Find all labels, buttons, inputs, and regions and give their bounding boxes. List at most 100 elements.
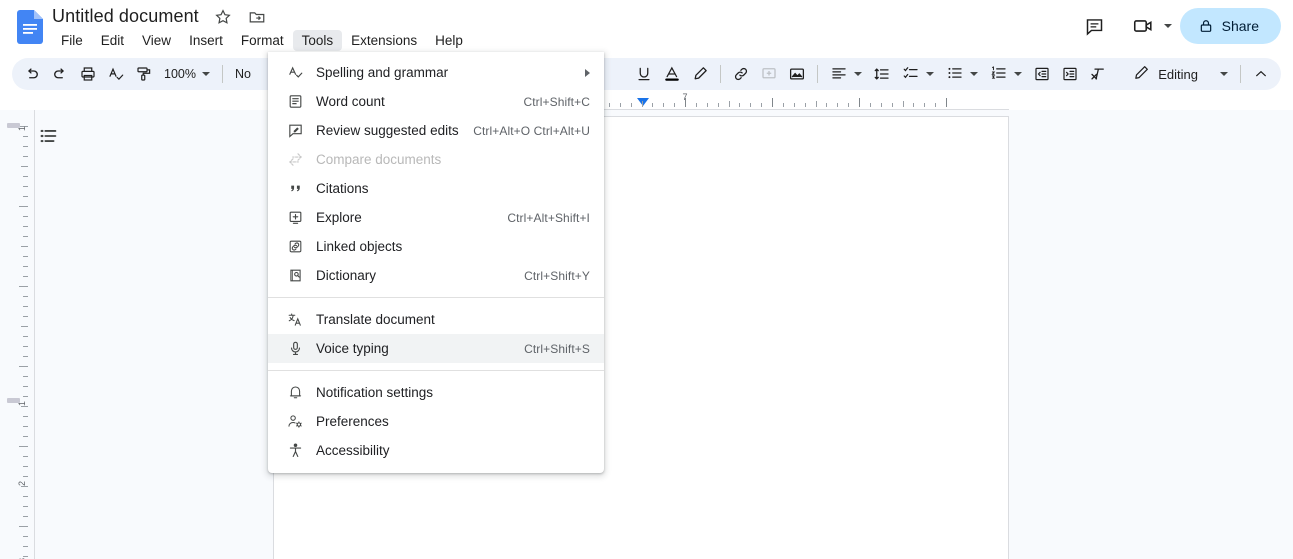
redo-button[interactable] bbox=[46, 60, 74, 88]
chevron-up-icon[interactable] bbox=[1247, 60, 1275, 88]
toolbar-divider bbox=[1240, 65, 1241, 83]
zoom-value: 100% bbox=[164, 67, 196, 81]
decrease-indent-icon[interactable] bbox=[1028, 60, 1056, 88]
menu-help[interactable]: Help bbox=[426, 30, 472, 51]
line-spacing-icon[interactable] bbox=[868, 60, 896, 88]
indent-marker[interactable] bbox=[637, 98, 649, 106]
menu-view[interactable]: View bbox=[133, 30, 180, 51]
menuitem-notification-settings[interactable]: Notification settings bbox=[268, 378, 604, 407]
toolbar-divider bbox=[817, 65, 819, 83]
menu-format[interactable]: Format bbox=[232, 30, 293, 51]
editing-mode-label: Editing bbox=[1158, 66, 1198, 82]
checklist-icon bbox=[902, 64, 920, 85]
menuitem-explore[interactable]: Explore Ctrl+Alt+Shift+I bbox=[268, 203, 604, 232]
menuitem-label: Translate document bbox=[316, 312, 435, 327]
menu-file[interactable]: File bbox=[52, 30, 92, 51]
menuitem-label: Dictionary bbox=[316, 268, 377, 283]
menuitem-citations[interactable]: Citations bbox=[268, 174, 604, 203]
paragraph-style-selector[interactable]: No bbox=[229, 61, 257, 87]
numbered-list-icon bbox=[990, 64, 1008, 85]
menuitem-label: Word count bbox=[316, 94, 385, 109]
submenu-arrow-icon bbox=[585, 68, 590, 77]
move-to-folder-icon[interactable] bbox=[247, 7, 267, 27]
chevron-down-icon bbox=[926, 72, 935, 76]
chevron-down-icon bbox=[854, 72, 863, 76]
accessibility-icon bbox=[286, 442, 304, 460]
paragraph-style-value: No bbox=[234, 67, 251, 81]
menuitem-label: Notification settings bbox=[316, 385, 434, 400]
person-gear-icon bbox=[286, 413, 304, 431]
document-title[interactable]: Untitled document bbox=[52, 6, 199, 27]
comment-plus-icon[interactable] bbox=[755, 60, 783, 88]
vruler-mark bbox=[7, 398, 20, 403]
menuitem-label: Linked objects bbox=[316, 239, 403, 254]
title-row: Untitled document bbox=[52, 6, 267, 27]
undo-button[interactable] bbox=[18, 60, 46, 88]
printer-icon[interactable] bbox=[74, 60, 102, 88]
menuitem-label: Citations bbox=[316, 181, 369, 196]
microphone-icon bbox=[286, 340, 304, 358]
dictionary-icon bbox=[286, 267, 304, 285]
document-outline-icon[interactable] bbox=[36, 123, 62, 149]
highlighter-pen-icon[interactable] bbox=[686, 60, 714, 88]
menuitem-label: Spelling and grammar bbox=[316, 65, 449, 80]
share-button[interactable]: Share bbox=[1179, 8, 1281, 44]
menuitem-voice-typing[interactable]: Voice typing Ctrl+Shift+S bbox=[268, 334, 604, 363]
google-docs-icon[interactable] bbox=[17, 10, 43, 44]
menuitem-dictionary[interactable]: Dictionary Ctrl+Shift+Y bbox=[268, 261, 604, 290]
menuitem-translate-document[interactable]: Translate document bbox=[268, 305, 604, 334]
formatting-toolbar: 100% No Editing bbox=[12, 58, 1281, 90]
menu-edit[interactable]: Edit bbox=[92, 30, 133, 51]
text-color-button[interactable] bbox=[658, 60, 686, 88]
editing-mode-button[interactable]: Editing bbox=[1125, 64, 1234, 84]
align-button[interactable] bbox=[824, 61, 868, 87]
menuitem-shortcut: Ctrl+Alt+O Ctrl+Alt+U bbox=[473, 123, 590, 138]
vruler-mark bbox=[7, 123, 20, 128]
bell-icon bbox=[286, 384, 304, 402]
app-header: Untitled document File Edit View Insert … bbox=[0, 0, 1293, 54]
vertical-ruler[interactable]: 1 1 2 3 4 bbox=[0, 110, 34, 559]
bulleted-list-button[interactable] bbox=[940, 61, 984, 87]
video-camera-icon[interactable] bbox=[1123, 6, 1163, 46]
menuitem-review-suggested-edits[interactable]: Review suggested edits Ctrl+Alt+O Ctrl+A… bbox=[268, 116, 604, 145]
menuitem-word-count[interactable]: Word count Ctrl+Shift+C bbox=[268, 87, 604, 116]
clear-formatting-icon[interactable] bbox=[1084, 60, 1112, 88]
chevron-down-icon bbox=[201, 72, 210, 76]
bulleted-list-icon bbox=[946, 64, 964, 85]
menuitem-shortcut: Ctrl+Shift+C bbox=[523, 94, 590, 109]
chevron-down-icon[interactable] bbox=[1163, 24, 1172, 28]
menuitem-compare-documents: Compare documents bbox=[268, 145, 604, 174]
menu-extensions[interactable]: Extensions bbox=[342, 30, 426, 51]
chevron-down-icon bbox=[1014, 72, 1023, 76]
star-icon[interactable] bbox=[213, 7, 233, 27]
menuitem-shortcut: Ctrl+Shift+Y bbox=[524, 268, 590, 283]
link-icon[interactable] bbox=[727, 60, 755, 88]
linked-objects-icon bbox=[286, 238, 304, 256]
zoom-selector[interactable]: 100% bbox=[158, 61, 216, 87]
increase-indent-icon[interactable] bbox=[1056, 60, 1084, 88]
numbered-list-button[interactable] bbox=[984, 61, 1028, 87]
menu-insert[interactable]: Insert bbox=[180, 30, 232, 51]
align-left-icon bbox=[830, 64, 848, 85]
menuitem-linked-objects[interactable]: Linked objects bbox=[268, 232, 604, 261]
menuitem-label: Voice typing bbox=[316, 341, 389, 356]
meet-button[interactable] bbox=[1123, 6, 1172, 46]
menuitem-preferences[interactable]: Preferences bbox=[268, 407, 604, 436]
image-icon[interactable] bbox=[783, 60, 811, 88]
paint-roller-icon[interactable] bbox=[130, 60, 158, 88]
lock-icon bbox=[1198, 18, 1214, 34]
menuitem-shortcut: Ctrl+Shift+S bbox=[524, 341, 590, 356]
checklist-button[interactable] bbox=[896, 61, 940, 87]
menu-tools[interactable]: Tools bbox=[292, 30, 343, 51]
compare-documents-icon bbox=[286, 151, 304, 169]
menuitem-accessibility[interactable]: Accessibility bbox=[268, 436, 604, 465]
spellcheck-icon[interactable] bbox=[102, 60, 130, 88]
toolbar-divider bbox=[720, 65, 722, 83]
share-label: Share bbox=[1221, 18, 1259, 34]
menuitem-spelling-and-grammar[interactable]: Spelling and grammar bbox=[268, 58, 604, 87]
vruler-number: 2 bbox=[17, 481, 27, 487]
menuitem-label: Compare documents bbox=[316, 152, 442, 167]
comment-icon[interactable] bbox=[1075, 6, 1115, 46]
chevron-down-icon bbox=[1220, 72, 1228, 76]
underline-button[interactable] bbox=[630, 60, 658, 88]
